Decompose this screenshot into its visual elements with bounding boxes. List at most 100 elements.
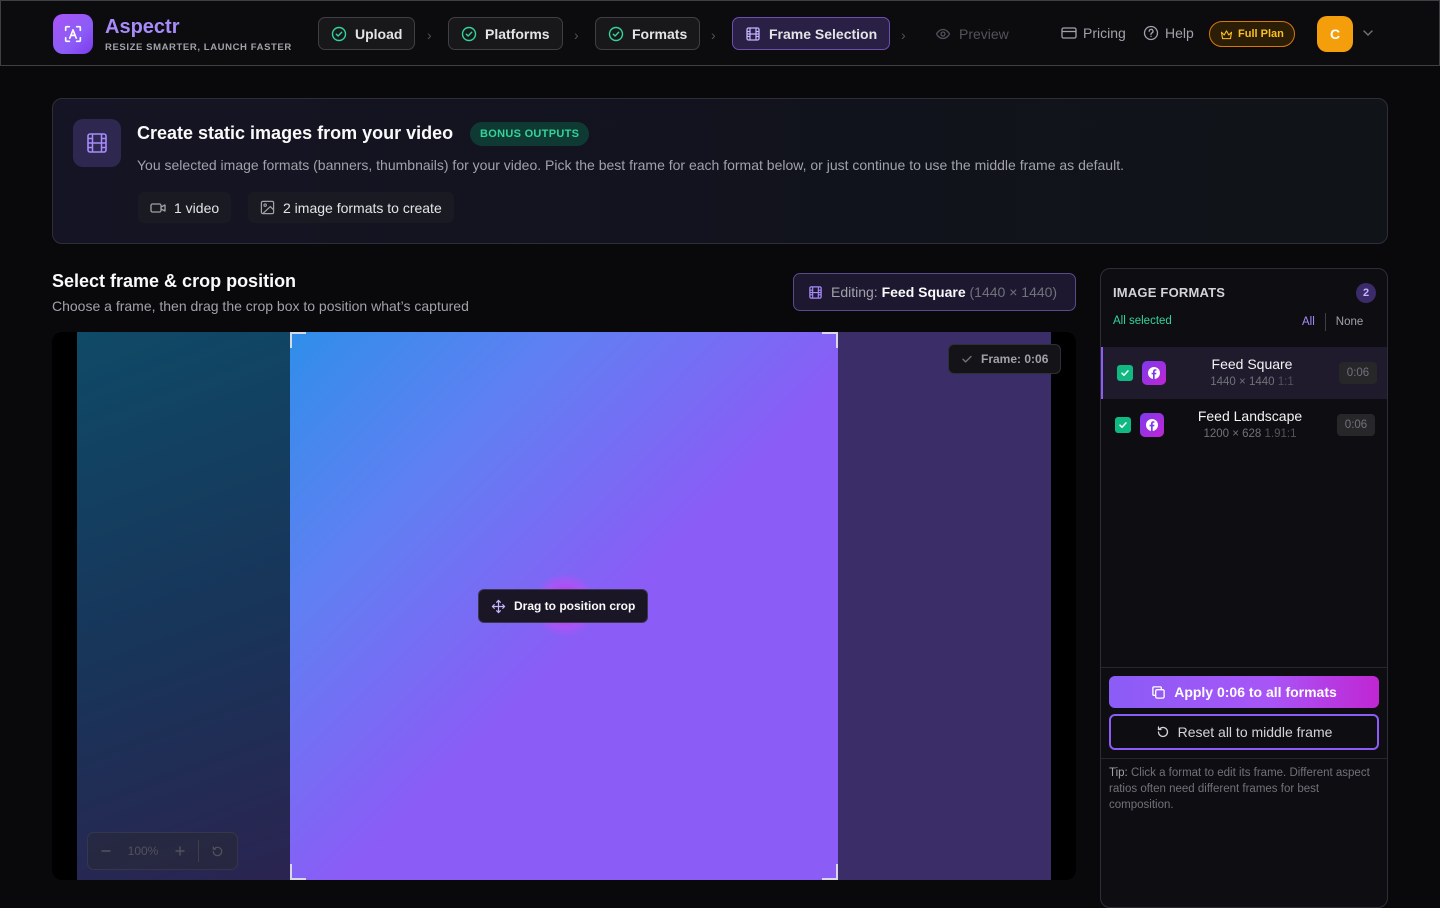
rotate-ccw-icon (212, 845, 222, 856)
step-label: Formats (632, 25, 688, 42)
copy-icon (1152, 685, 1165, 699)
plan-badge[interactable]: Full Plan (1209, 21, 1295, 47)
reset-zoom-button[interactable] (205, 839, 229, 863)
chip-label: 1 video (174, 199, 220, 216)
zoom-out-button[interactable] (94, 839, 118, 863)
bonus-badge: BONUS OUTPUTS (470, 122, 590, 146)
format-name: Feed Square (1211, 356, 1293, 372)
bonus-outputs-banner: Create static images from your video BON… (52, 98, 1388, 244)
step-label: Upload (355, 25, 403, 42)
format-checkbox[interactable] (1117, 365, 1133, 381)
reset-to-middle-button[interactable]: Reset all to middle frame (1109, 714, 1379, 750)
help-label: Help (1165, 25, 1194, 41)
editing-format-dims: (1440 × 1440) (969, 284, 1058, 300)
format-name: Feed Landscape (1197, 408, 1303, 424)
step-platforms[interactable]: Platforms (448, 17, 563, 50)
frame-time-label: Frame: 0:06 (981, 352, 1049, 366)
zoom-in-button[interactable] (168, 839, 192, 863)
drag-hint-label: Drag to position crop (514, 599, 636, 613)
step-label: Frame Selection (769, 25, 878, 42)
app-tagline: RESIZE SMARTER, LAUNCH FASTER (105, 42, 292, 53)
editing-format-indicator: Editing: Feed Square (1440 × 1440) (793, 273, 1076, 311)
pricing-link[interactable]: Pricing (1061, 25, 1126, 41)
banner-title: Create static images from your video (137, 123, 454, 143)
crop-handle-bottom-right[interactable] (822, 864, 838, 880)
format-frame-time: 0:06 (1339, 362, 1377, 384)
top-bar: Aspectr RESIZE SMARTER, LAUNCH FASTER Up… (0, 0, 1440, 66)
format-ratio: 1.91:1 (1264, 428, 1297, 440)
panel-title: IMAGE FORMATS (1113, 285, 1226, 300)
format-count-badge: 2 (1356, 283, 1376, 303)
selection-divider (1324, 313, 1326, 331)
select-all-link[interactable]: All (1302, 316, 1315, 328)
apply-label: Apply 0:06 to all formats (1174, 684, 1337, 700)
format-row-feed-square[interactable]: Feed Square 1440 × 1440 1:1 0:06 (1101, 347, 1387, 399)
format-frame-time: 0:06 (1337, 414, 1375, 436)
film-icon (809, 285, 822, 299)
crop-handle-bottom-left[interactable] (290, 864, 306, 880)
format-dimensions: 1200 × 628 1.91:1 (1171, 428, 1329, 440)
move-icon (491, 599, 506, 613)
check-icon (1119, 422, 1127, 428)
step-upload[interactable]: Upload (318, 17, 416, 50)
video-canvas[interactable]: Drag to position crop Frame: 0:06 100% (52, 332, 1076, 880)
avatar[interactable]: C (1317, 16, 1353, 52)
film-icon (746, 26, 760, 41)
apply-to-all-button[interactable]: Apply 0:06 to all formats (1109, 676, 1379, 708)
facebook-icon (1140, 413, 1164, 437)
format-dims: 1200 × 628 (1203, 428, 1262, 440)
chevron-right-icon: › (711, 27, 716, 43)
drag-hint: Drag to position crop (478, 589, 649, 623)
video-frame-left (77, 332, 315, 880)
image-formats-chip: 2 image formats to create (248, 192, 454, 223)
video-count-chip: 1 video (138, 192, 232, 223)
selection-links: All None (1302, 313, 1363, 331)
step-frame-selection[interactable]: Frame Selection (732, 17, 891, 50)
select-none-link[interactable]: None (1336, 316, 1364, 328)
help-link[interactable]: Help (1143, 25, 1194, 41)
step-formats[interactable]: Formats (595, 17, 701, 50)
zoom-controls: 100% (87, 832, 238, 870)
facebook-icon (1142, 361, 1166, 385)
check-icon (1121, 370, 1129, 376)
app-logo[interactable] (53, 14, 93, 54)
help-circle-icon (1143, 25, 1159, 41)
brand: Aspectr RESIZE SMARTER, LAUNCH FASTER (105, 16, 292, 53)
tip-body: Click a format to edit its frame. Differ… (1109, 767, 1370, 811)
check-circle-icon (608, 26, 624, 41)
chevron-right-icon: › (574, 27, 579, 43)
plus-icon (175, 846, 185, 856)
crop-handle-top-right[interactable] (822, 332, 838, 348)
format-ratio: 1:1 (1277, 376, 1294, 388)
crop-handle-top-left[interactable] (290, 332, 306, 348)
panel-divider (1101, 667, 1387, 668)
eye-icon (935, 28, 951, 39)
step-preview[interactable]: Preview (922, 17, 1022, 50)
step-label: Platforms (485, 25, 550, 42)
chevron-down-icon[interactable] (1362, 26, 1374, 45)
editing-format-name: Feed Square (881, 284, 966, 300)
check-circle-icon (461, 26, 477, 41)
tip-label: Tip: (1109, 767, 1128, 779)
format-row-feed-landscape[interactable]: Feed Landscape 1200 × 628 1.91:1 0:06 (1101, 399, 1387, 451)
film-icon (73, 119, 121, 167)
credit-card-icon (1061, 27, 1077, 39)
banner-description: You selected image formats (banners, thu… (137, 157, 1124, 173)
reset-label: Reset all to middle frame (1177, 724, 1333, 740)
minus-icon (101, 850, 111, 852)
chevron-right-icon: › (427, 27, 432, 43)
app-name: Aspectr (105, 16, 180, 38)
selection-status: All selected (1113, 315, 1172, 327)
check-circle-icon (331, 26, 347, 41)
editing-label: Editing: (831, 284, 878, 300)
aspect-logo-icon (64, 25, 82, 43)
image-formats-panel: IMAGE FORMATS 2 All selected All None Fe… (1100, 268, 1388, 908)
chip-label: 2 image formats to create (283, 199, 442, 216)
rotate-ccw-icon (1157, 726, 1168, 738)
zoom-divider (198, 840, 199, 862)
crown-icon (1220, 29, 1233, 39)
format-dims: 1440 × 1440 (1210, 376, 1275, 388)
panel-divider (1101, 758, 1387, 759)
format-checkbox[interactable] (1115, 417, 1131, 433)
video-frame-right (838, 332, 1051, 880)
